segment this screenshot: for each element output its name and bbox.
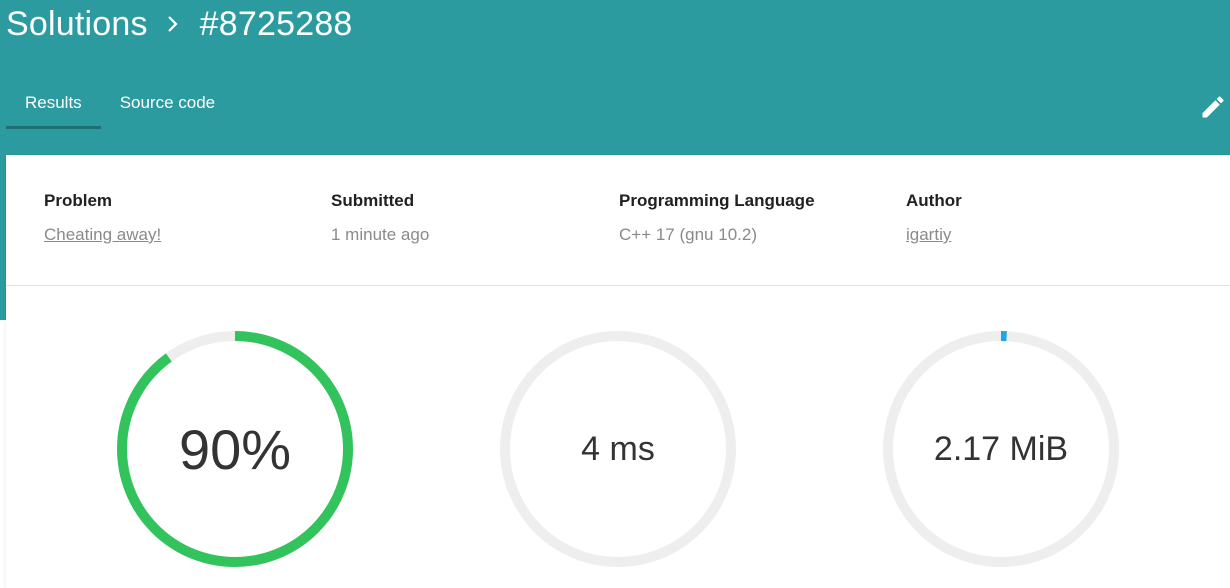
tab-results-label: Results	[25, 93, 82, 112]
problem-label: Problem	[44, 191, 113, 210]
pencil-icon[interactable]	[1199, 93, 1227, 121]
detail-language: Programming Language C++ 17 (gnu 10.2)	[619, 191, 815, 245]
breadcrumb-solution-id: #8725288	[199, 4, 353, 43]
breadcrumb-solutions[interactable]: Solutions	[6, 5, 148, 44]
tab-results[interactable]: Results	[6, 80, 101, 129]
score-gauge: 90%	[115, 329, 355, 569]
score-value: 90%	[178, 417, 292, 481]
time-gauge: 4 ms	[498, 329, 738, 569]
tabs: Results Source code	[6, 80, 234, 130]
solution-details: Problem Cheating away! Submitted 1 minut…	[6, 155, 1230, 286]
detail-author: Author igartiy	[906, 191, 962, 245]
tab-source-code[interactable]: Source code	[101, 80, 234, 129]
detail-problem: Problem Cheating away!	[44, 191, 161, 245]
language-value: C++ 17 (gnu 10.2)	[619, 225, 757, 244]
page: Solutions #8725288 Results Source code P…	[0, 0, 1230, 588]
author-link[interactable]: igartiy	[906, 225, 962, 245]
memory-value: 2.17 MiB	[933, 429, 1069, 468]
solution-card: Problem Cheating away! Submitted 1 minut…	[6, 155, 1230, 588]
time-value: 4 ms	[581, 429, 655, 468]
tab-source-code-label: Source code	[119, 93, 216, 112]
submitted-value: 1 minute ago	[331, 225, 430, 244]
memory-gauge: 2.17 MiB	[881, 329, 1121, 569]
chevron-right-icon	[167, 16, 178, 32]
language-label: Programming Language	[619, 191, 815, 210]
breadcrumb: Solutions #8725288	[6, 2, 353, 46]
result-stats: 90% 4 ms 2.17 MiB	[6, 286, 1230, 588]
problem-link[interactable]: Cheating away!	[44, 225, 161, 245]
submitted-label: Submitted	[331, 191, 415, 210]
author-label: Author	[906, 191, 962, 210]
detail-submitted: Submitted 1 minute ago	[331, 191, 429, 245]
